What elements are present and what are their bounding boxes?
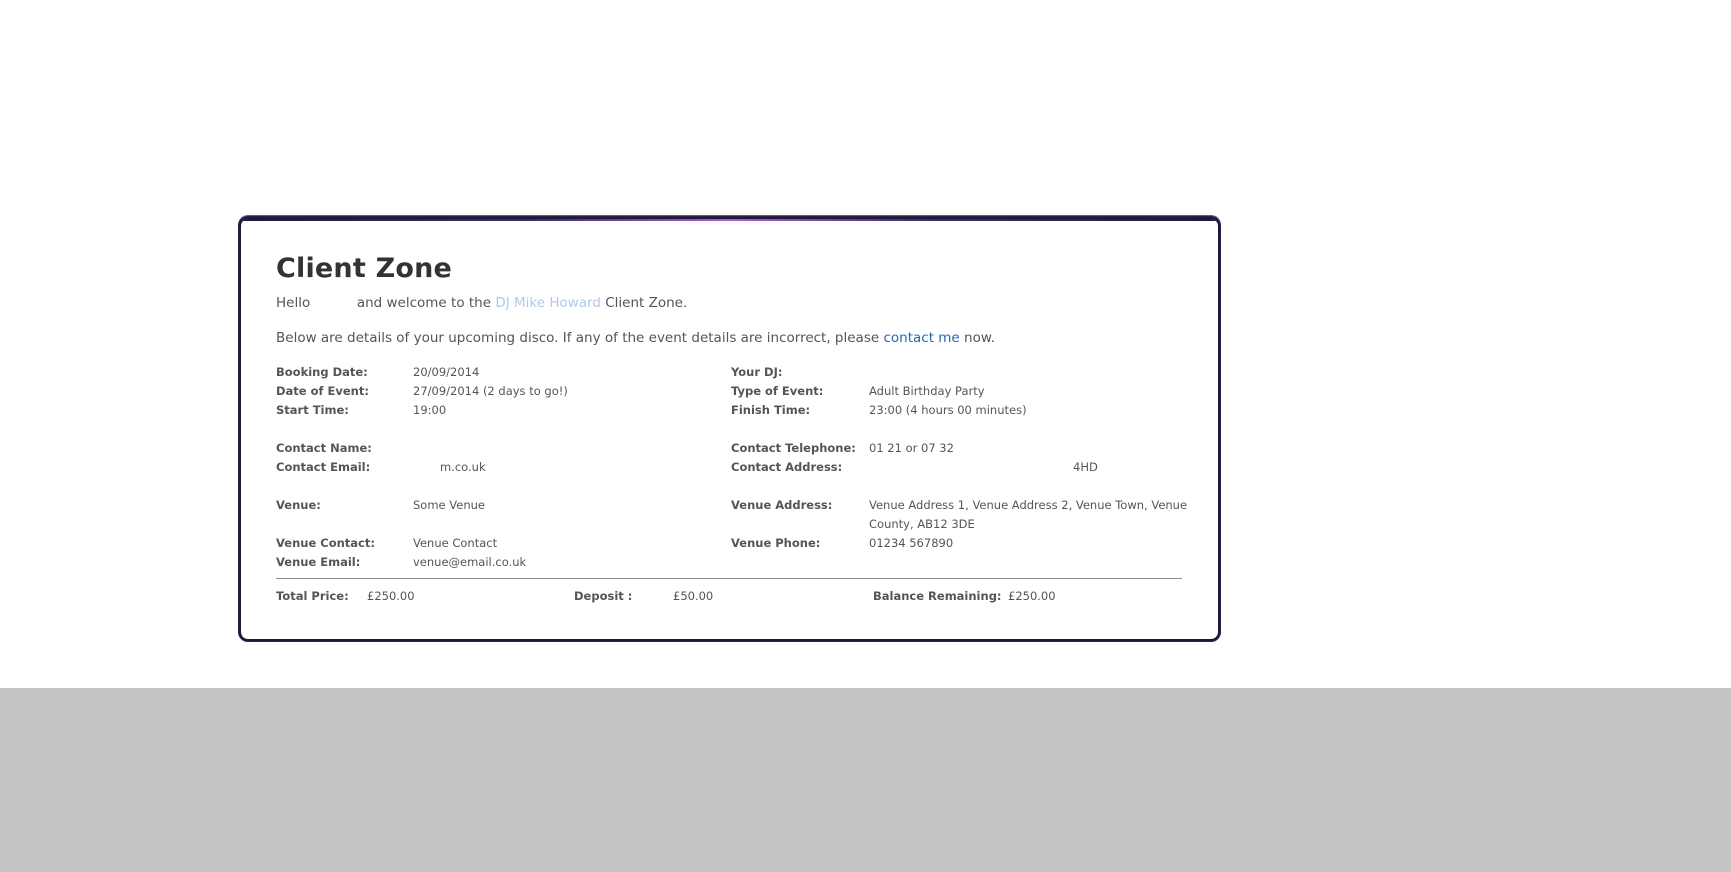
finish-time-label: Finish Time: xyxy=(731,403,811,417)
welcome-text: and welcome to the xyxy=(356,295,492,311)
balance-remaining-value: £250.00 xyxy=(1008,589,1056,603)
type-of-event-label: Type of Event: xyxy=(731,384,824,398)
details-line: Below are details of your upcoming disco… xyxy=(276,330,995,346)
start-time-label: Start Time: xyxy=(276,403,349,417)
details-suffix-text: now. xyxy=(964,330,995,346)
venue-address-label: Venue Address: xyxy=(731,498,833,512)
client-zone-text: Client Zone. xyxy=(605,295,688,311)
contact-address-label: Contact Address: xyxy=(731,460,843,474)
contact-email-link[interactable]: m.co.uk xyxy=(440,459,486,475)
contact-me-link[interactable]: contact me xyxy=(883,330,959,346)
totals-divider xyxy=(276,578,1182,579)
page-title: Client Zone xyxy=(276,253,453,284)
booking-date-value: 20/09/2014 xyxy=(413,365,480,379)
finish-time-value: 23:00 (4 hours 00 minutes) xyxy=(869,403,1027,417)
venue-contact-value: Venue Contact xyxy=(413,536,498,550)
details-prefix-text: Below are details of your upcoming disco… xyxy=(276,330,880,346)
contact-address-value: 4HD xyxy=(1073,460,1098,474)
hello-text: Hello xyxy=(276,295,311,311)
venue-phone-value: 01234 567890 xyxy=(869,536,954,550)
venue-address-value: Venue Address 1, Venue Address 2, Venue … xyxy=(869,498,1188,531)
deposit-value: £50.00 xyxy=(673,589,714,603)
dj-name-link[interactable]: DJ Mike Howard xyxy=(495,295,601,311)
deposit-label: Deposit : xyxy=(574,589,633,603)
contact-name-label: Contact Name: xyxy=(276,441,372,455)
welcome-line: Hello and welcome to the DJ Mike Howard … xyxy=(276,295,687,311)
contact-email-label: Contact Email: xyxy=(276,460,371,474)
panel-top-glow xyxy=(241,219,1218,221)
balance-remaining-label: Balance Remaining: xyxy=(873,589,1002,603)
date-of-event-value: 27/09/2014 (2 days to go!) xyxy=(413,384,568,398)
venue-value: Some Venue xyxy=(413,498,485,512)
type-of-event-value: Adult Birthday Party xyxy=(869,384,985,398)
start-time-value: 19:00 xyxy=(413,403,447,417)
your-dj-label: Your DJ: xyxy=(731,365,783,379)
venue-contact-label: Venue Contact: xyxy=(276,536,375,550)
contact-telephone-value: 01 21 or 07 32 xyxy=(869,441,954,455)
date-of-event-label: Date of Event: xyxy=(276,384,369,398)
contact-telephone-label: Contact Telephone: xyxy=(731,441,856,455)
venue-email-value: venue@email.co.uk xyxy=(413,555,527,569)
venue-phone-label: Venue Phone: xyxy=(731,536,821,550)
total-price-label: Total Price: xyxy=(276,589,349,603)
total-price-value: £250.00 xyxy=(367,589,415,603)
venue-email-label: Venue Email: xyxy=(276,555,361,569)
client-zone-panel: Client Zone Hello and welcome to the DJ … xyxy=(239,217,1220,641)
footer-band xyxy=(0,688,1731,872)
booking-date-label: Booking Date: xyxy=(276,365,368,379)
venue-label: Venue: xyxy=(276,498,321,512)
